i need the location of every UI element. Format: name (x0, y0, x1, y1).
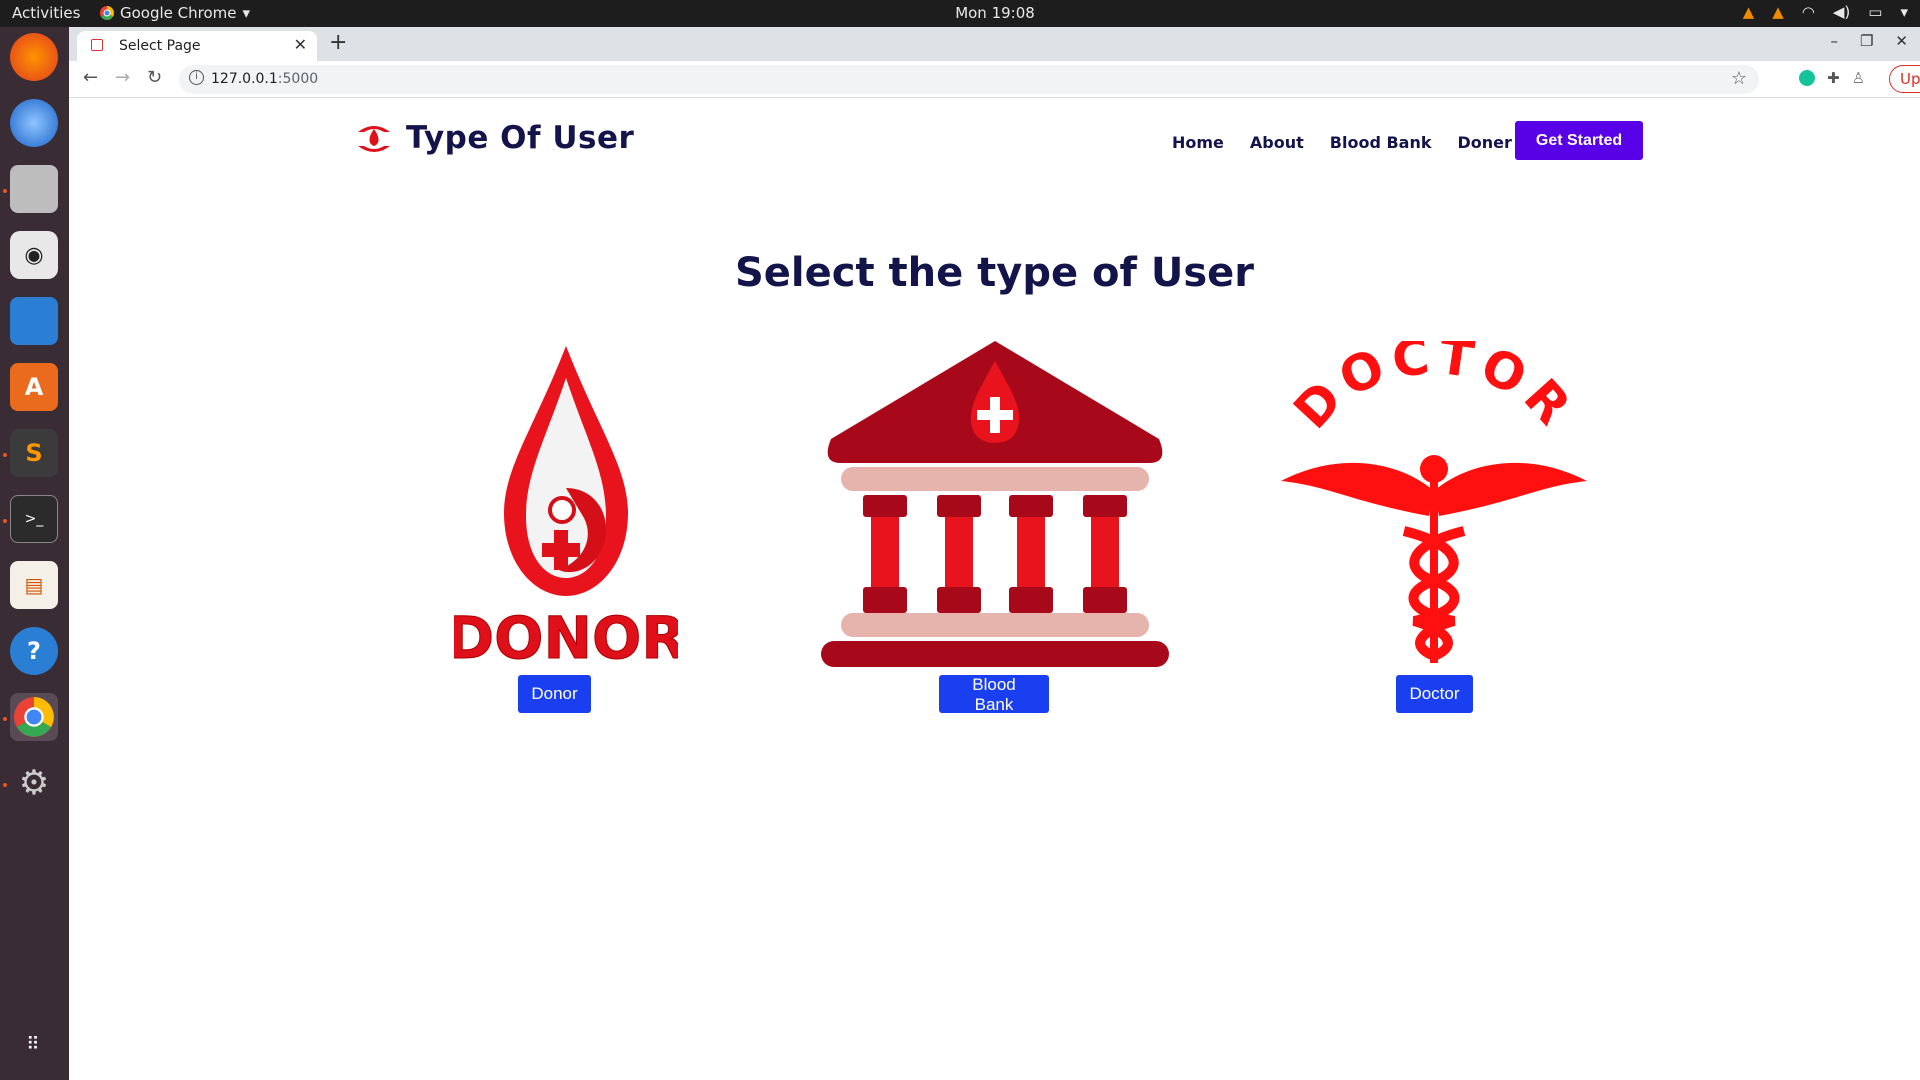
main-nav: Home About Blood Bank Doner (1172, 133, 1512, 152)
clock[interactable]: Mon 19:08 (0, 4, 1920, 22)
running-indicator (3, 189, 7, 193)
help-icon[interactable]: ? (10, 627, 58, 675)
donor-blood-drop-image: DONOR (454, 346, 678, 673)
doctor-image-text: DOCTOR (1283, 341, 1580, 440)
get-started-button[interactable]: Get Started (1515, 121, 1643, 160)
image-viewer-icon[interactable] (10, 297, 58, 345)
system-tray[interactable]: ▲ ▲ ◠ ◀) ▭ ▾ (1743, 3, 1908, 21)
battery-icon[interactable]: ▭ (1868, 3, 1882, 21)
extensions-area: ✚ ♙ (1799, 69, 1865, 87)
system-top-bar: Activities Google Chrome ▾ Mon 19:08 ▲ ▲… (0, 0, 1920, 27)
firefox-icon[interactable] (10, 33, 58, 81)
wifi-icon[interactable]: ◠ (1802, 3, 1815, 21)
show-applications-icon[interactable]: ⠿ (10, 1020, 58, 1068)
volume-icon[interactable]: ◀) (1833, 3, 1850, 21)
window-controls: – ❐ ✕ (1830, 32, 1908, 50)
web-page: Type Of User Home About Blood Bank Doner… (69, 98, 1920, 1080)
vlc-icon[interactable]: ▲ (1743, 3, 1755, 21)
forward-icon[interactable]: → (115, 67, 130, 88)
new-tab-button[interactable]: + (329, 30, 347, 55)
profile-avatar-icon[interactable]: ♙ (1852, 69, 1865, 87)
restore-icon[interactable]: ❐ (1860, 32, 1873, 50)
svg-text:DOCTOR: DOCTOR (1283, 341, 1586, 440)
blood-bank-building-image (821, 341, 1169, 667)
grammarly-icon[interactable] (1799, 70, 1815, 86)
running-indicator (3, 453, 7, 457)
tab-select-page[interactable]: Select Page ✕ (77, 31, 317, 61)
address-bar[interactable]: i 127.0.0.1:5000 ☆ (179, 65, 1759, 94)
page-title: Select the type of User (734, 250, 1255, 296)
nav-link-about[interactable]: About (1250, 133, 1304, 152)
nav-link-doner[interactable]: Doner (1458, 133, 1512, 152)
update-label: Update (1900, 70, 1920, 88)
site-info-icon[interactable]: i (189, 70, 204, 85)
vlc-icon[interactable]: ▲ (1772, 3, 1784, 21)
sublime-text-icon[interactable]: S (10, 429, 58, 477)
impress-icon[interactable]: ▤ (10, 561, 58, 609)
url-text: 127.0.0.1:5000 (211, 71, 318, 87)
close-window-icon[interactable]: ✕ (1895, 32, 1908, 50)
nav-link-home[interactable]: Home (1172, 133, 1224, 152)
running-indicator (3, 717, 7, 721)
dock: ◉ A S >_ ▤ ? ⚙ ⠿ (0, 27, 69, 1080)
settings-icon[interactable]: ⚙ (10, 759, 58, 807)
rhythmbox-icon[interactable]: ◉ (10, 231, 58, 279)
chrome-icon[interactable] (10, 693, 58, 741)
blood-drop-logo-icon (358, 126, 390, 152)
files-icon[interactable] (10, 165, 58, 213)
extensions-puzzle-icon[interactable]: ✚ (1827, 69, 1840, 87)
doctor-button[interactable]: Doctor (1396, 675, 1473, 713)
url-host: 127.0.0.1 (211, 71, 278, 87)
back-icon[interactable]: ← (83, 67, 98, 88)
favicon-icon (91, 39, 103, 51)
thunderbird-icon[interactable] (10, 99, 58, 147)
doctor-caduceus-image: DOCTOR (1281, 341, 1587, 663)
site-brand: Type Of User (406, 120, 635, 156)
minimize-icon[interactable]: – (1830, 32, 1838, 50)
close-icon[interactable]: ✕ (294, 35, 307, 54)
update-button[interactable]: Update⋮ (1889, 65, 1920, 93)
software-center-icon[interactable]: A (10, 363, 58, 411)
tab-title: Select Page (119, 38, 201, 54)
nav-link-blood-bank[interactable]: Blood Bank (1330, 133, 1432, 152)
bookmark-star-icon[interactable]: ☆ (1731, 68, 1747, 89)
running-indicator (3, 783, 7, 787)
blood-bank-button[interactable]: Blood Bank (939, 675, 1049, 714)
url-port: :5000 (277, 71, 319, 87)
browser-toolbar: ← → ↻ i 127.0.0.1:5000 ☆ ✚ ♙ Update⋮ (69, 61, 1920, 98)
reload-icon[interactable]: ↻ (147, 67, 162, 88)
running-indicator (3, 519, 7, 523)
terminal-icon[interactable]: >_ (10, 495, 58, 543)
site-logo[interactable]: Type Of User (354, 118, 634, 158)
donor-image-text: DONOR (454, 604, 678, 672)
tab-strip: Select Page ✕ + – ❐ ✕ (69, 27, 1920, 61)
chevron-down-icon[interactable]: ▾ (1900, 3, 1908, 21)
donor-button[interactable]: Donor (518, 675, 591, 713)
